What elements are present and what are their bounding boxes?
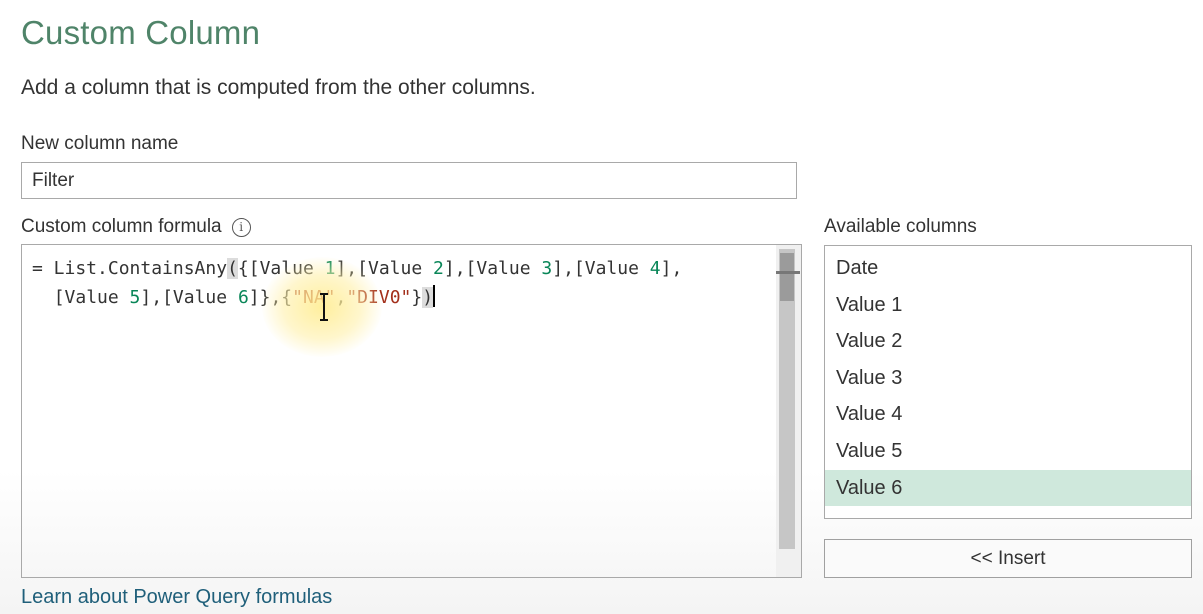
dialog-title: Custom Column <box>21 14 261 51</box>
learn-formulas-link[interactable]: Learn about Power Query formulas <box>21 586 332 609</box>
formula-close-paren: ) <box>422 287 434 308</box>
dialog-description: Add a column that is computed from the o… <box>21 76 536 99</box>
formula-label: Custom column formula <box>21 216 222 237</box>
formula-scrollbar[interactable] <box>776 245 801 577</box>
formula-seg: } <box>411 287 423 308</box>
column-item[interactable]: Value 5 <box>825 433 1191 470</box>
formula-num: 4 <box>649 258 661 279</box>
formula-seg: ],[Value <box>140 287 238 308</box>
formula-indent <box>32 287 54 308</box>
formula-num: 6 <box>237 287 249 308</box>
formula-seg: ],[Value <box>443 258 542 279</box>
formula-seg: , <box>335 287 347 308</box>
formula-seg: ]},{ <box>248 287 293 308</box>
formula-seg: {[Value <box>237 258 325 279</box>
available-columns-label: Available columns <box>824 216 977 237</box>
formula-num: 3 <box>541 258 553 279</box>
formula-label-row: Custom column formula i <box>21 216 251 238</box>
formula-fn: = List.ContainsAny <box>32 258 228 279</box>
column-item[interactable]: Value 1 <box>825 287 1191 324</box>
column-item-selected[interactable]: Value 6 <box>825 469 1191 507</box>
formula-num: 2 <box>433 258 444 279</box>
formula-code[interactable]: = List.ContainsAny({[Value 1],[Value 2],… <box>32 254 682 312</box>
formula-seg: [Value <box>53 287 130 308</box>
formula-num: 5 <box>129 287 141 308</box>
formula-string: "DIV0" <box>346 287 412 308</box>
formula-editor[interactable]: = List.ContainsAny({[Value 1],[Value 2],… <box>21 244 802 578</box>
info-icon[interactable]: i <box>231 217 251 237</box>
scrollbar-position-mark <box>776 271 800 274</box>
column-item[interactable]: Value 3 <box>825 360 1191 397</box>
column-name-label: New column name <box>21 133 179 154</box>
column-item[interactable]: Date <box>825 250 1191 287</box>
scrollbar-thumb[interactable] <box>780 253 794 301</box>
formula-seg: ],[Value <box>335 258 434 279</box>
formula-seg: ], <box>660 258 683 279</box>
column-name-input[interactable] <box>21 162 797 199</box>
column-item[interactable]: Value 4 <box>825 396 1191 433</box>
column-item[interactable]: Value 2 <box>825 323 1191 360</box>
formula-num: 1 <box>324 258 336 279</box>
insert-button[interactable]: << Insert <box>824 539 1192 578</box>
ibeam-cursor-icon <box>320 293 328 321</box>
text-caret <box>433 285 436 307</box>
available-columns-list[interactable]: Date Value 1 Value 2 Value 3 Value 4 Val… <box>824 245 1192 519</box>
formula-seg: ],[Value <box>552 258 650 279</box>
formula-open-paren: ( <box>227 258 238 279</box>
